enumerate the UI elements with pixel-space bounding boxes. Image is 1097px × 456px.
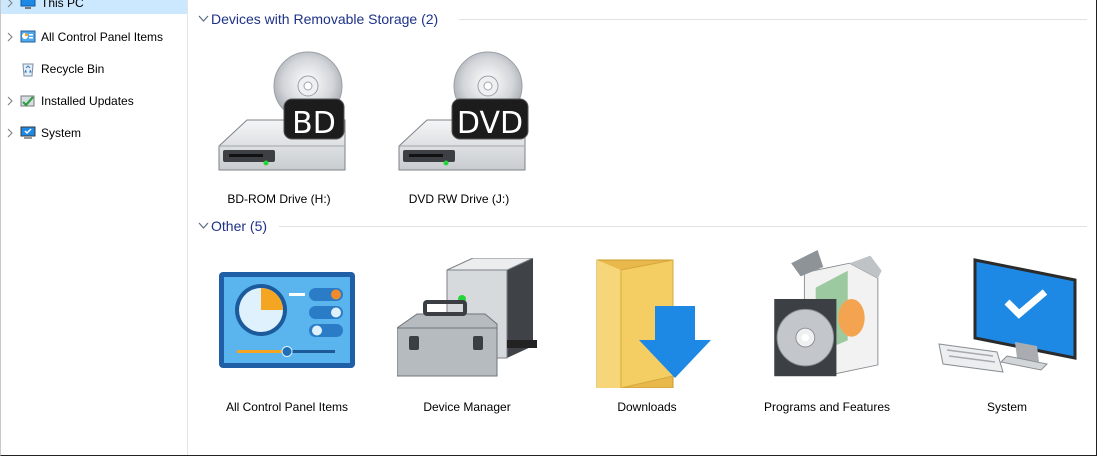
expand-chevron-icon[interactable] bbox=[5, 0, 15, 8]
nav-item-this-pc[interactable]: This PC bbox=[1, 0, 187, 14]
svg-text:DVD: DVD bbox=[457, 106, 523, 141]
installed-updates-icon bbox=[20, 95, 35, 107]
system-icon bbox=[20, 126, 36, 139]
nav-item-label: Installed Updates bbox=[41, 94, 134, 108]
item-all-control-panel-items[interactable]: All Control Panel Items bbox=[217, 258, 357, 414]
system-monitor-icon bbox=[938, 258, 1077, 373]
group-divider bbox=[459, 19, 1087, 20]
content-pane: Devices with Removable Storage (2) BD BD… bbox=[189, 0, 1095, 455]
expand-chevron-icon[interactable] bbox=[5, 96, 15, 106]
item-label: Programs and Features bbox=[763, 400, 891, 414]
recycle-bin-icon bbox=[22, 63, 34, 77]
nav-item-all-control-panel-items[interactable]: All Control Panel Items bbox=[1, 26, 187, 48]
item-label: BD-ROM Drive (H:) bbox=[227, 192, 331, 206]
group-header-other[interactable]: Other (5) bbox=[189, 216, 1095, 238]
expand-chevron-icon[interactable] bbox=[5, 32, 15, 42]
group-title: Devices with Removable Storage (2) bbox=[211, 11, 439, 27]
control-panel-icon bbox=[219, 272, 355, 368]
group-title: Other (5) bbox=[211, 218, 268, 234]
expand-chevron-icon[interactable] bbox=[5, 128, 15, 138]
nav-item-label: System bbox=[41, 126, 82, 140]
navigation-pane[interactable]: This PC All Control Panel Items Recycle … bbox=[1, 0, 188, 455]
control-panel-icon bbox=[20, 30, 36, 43]
nav-item-label: All Control Panel Items bbox=[41, 30, 164, 44]
nav-item-label: Recycle Bin bbox=[41, 62, 105, 76]
group-header-removable-storage[interactable]: Devices with Removable Storage (2) bbox=[189, 9, 1095, 31]
item-programs-and-features[interactable]: Programs and Features bbox=[757, 250, 897, 414]
item-label: All Control Panel Items bbox=[225, 400, 349, 414]
collapse-chevron-icon[interactable] bbox=[198, 15, 209, 23]
dvd-drive-icon: DVD bbox=[398, 51, 529, 171]
group-divider bbox=[279, 226, 1087, 227]
svg-text:BD: BD bbox=[292, 106, 336, 141]
item-bd-rom-drive[interactable]: BD BD-ROM Drive (H:) bbox=[209, 50, 349, 206]
bd-drive-icon: BD bbox=[218, 51, 346, 171]
item-downloads[interactable]: Downloads bbox=[577, 258, 717, 414]
item-system[interactable]: System bbox=[937, 258, 1077, 414]
item-dvd-rw-drive[interactable]: DVD DVD RW Drive (J:) bbox=[389, 50, 529, 206]
item-label: Downloads bbox=[617, 400, 677, 414]
downloads-folder-icon bbox=[596, 259, 711, 388]
item-device-manager[interactable]: Device Manager bbox=[397, 258, 537, 414]
nav-item-system[interactable]: System bbox=[1, 122, 187, 144]
collapse-chevron-icon[interactable] bbox=[198, 222, 209, 230]
nav-item-installed-updates[interactable]: Installed Updates bbox=[1, 90, 187, 112]
nav-item-label: This PC bbox=[41, 0, 84, 10]
device-manager-icon bbox=[397, 258, 537, 377]
item-label: System bbox=[986, 400, 1027, 414]
programs-features-icon bbox=[774, 250, 882, 377]
item-label: Device Manager bbox=[423, 400, 511, 414]
this-pc-icon bbox=[20, 0, 36, 9]
nav-item-recycle-bin[interactable]: Recycle Bin bbox=[1, 58, 187, 80]
item-label: DVD RW Drive (J:) bbox=[408, 192, 510, 206]
